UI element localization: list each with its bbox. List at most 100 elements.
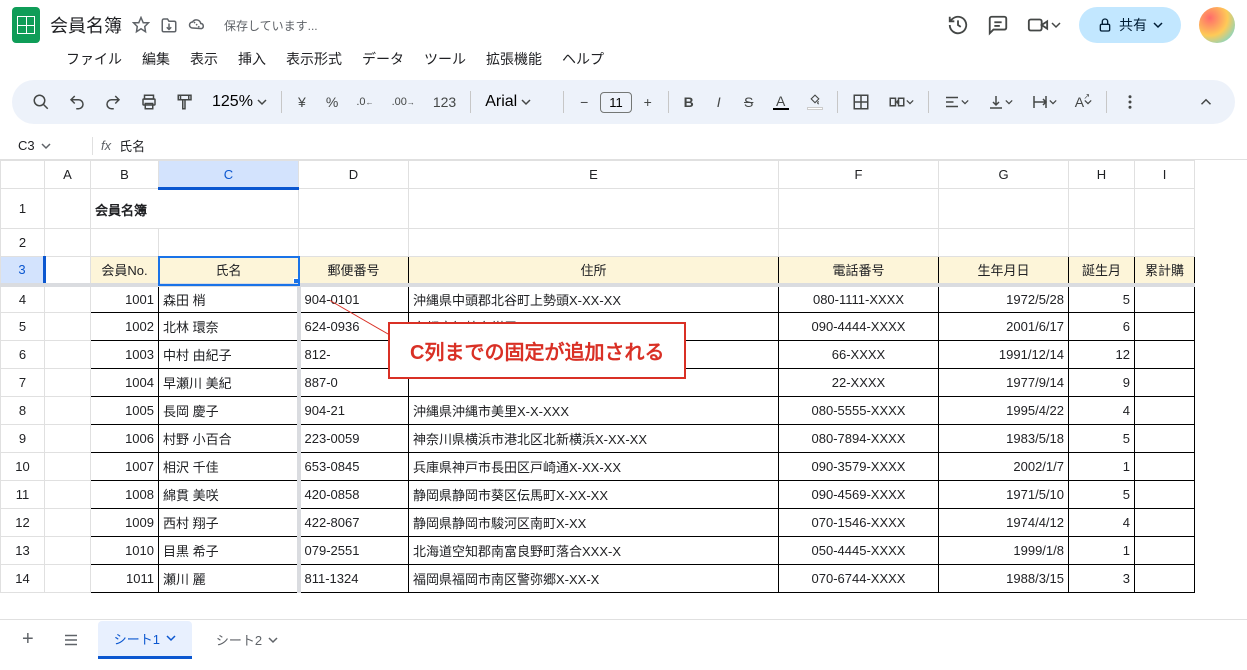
member-name-cell[interactable]: 早瀬川 美紀 xyxy=(159,369,299,397)
percent-button[interactable]: % xyxy=(318,88,346,116)
zip-cell[interactable]: 422-8067 xyxy=(299,509,409,537)
birth-month-cell[interactable]: 5 xyxy=(1069,285,1135,313)
cell[interactable] xyxy=(939,229,1069,257)
cell[interactable] xyxy=(409,189,779,229)
zip-cell[interactable]: 223-0059 xyxy=(299,425,409,453)
dob-cell[interactable]: 1999/1/8 xyxy=(939,537,1069,565)
font-family-dropdown[interactable]: Arial xyxy=(477,89,557,115)
italic-button[interactable]: I xyxy=(705,88,733,116)
row-header[interactable]: 3 xyxy=(1,257,45,285)
birth-month-cell[interactable]: 12 xyxy=(1069,341,1135,369)
cell[interactable] xyxy=(45,285,91,313)
birth-month-cell[interactable]: 1 xyxy=(1069,453,1135,481)
cell[interactable] xyxy=(299,229,409,257)
cumulative-cell[interactable] xyxy=(1135,509,1195,537)
spreadsheet-grid[interactable]: ABCDEFGHI1会員名簿23会員No.氏名郵便番号住所電話番号生年月日誕生月… xyxy=(0,160,1247,670)
menu-extensions[interactable]: 拡張機能 xyxy=(478,45,550,73)
decrease-decimal-button[interactable]: .0← xyxy=(348,88,381,116)
dob-cell[interactable]: 2001/6/17 xyxy=(939,313,1069,341)
menu-help[interactable]: ヘルプ xyxy=(554,45,612,73)
bold-button[interactable]: B xyxy=(675,88,703,116)
sheet-tab-2[interactable]: シート2 xyxy=(200,622,294,657)
redo-icon[interactable] xyxy=(96,88,130,116)
address-cell[interactable]: 沖縄県中頭郡北谷町上勢頭X-XX-XX xyxy=(409,285,779,313)
menu-data[interactable]: データ xyxy=(354,45,412,73)
member-name-cell[interactable]: 中村 由紀子 xyxy=(159,341,299,369)
cell[interactable] xyxy=(779,189,939,229)
address-cell[interactable]: 兵庫県神戸市長田区戸崎通X-XX-XX xyxy=(409,453,779,481)
address-cell[interactable]: 静岡県静岡市駿河区南町X-XX xyxy=(409,509,779,537)
cell[interactable] xyxy=(159,229,299,257)
member-name-cell[interactable]: 相沢 千佳 xyxy=(159,453,299,481)
row-header[interactable]: 10 xyxy=(1,453,45,481)
horizontal-align-button[interactable] xyxy=(935,88,977,116)
add-sheet-button[interactable]: + xyxy=(12,622,44,657)
cell[interactable] xyxy=(91,229,159,257)
collapse-toolbar-icon[interactable] xyxy=(1189,88,1223,116)
dob-cell[interactable]: 1991/12/14 xyxy=(939,341,1069,369)
dob-cell[interactable]: 1988/3/15 xyxy=(939,565,1069,593)
paint-format-icon[interactable] xyxy=(168,88,202,116)
menu-tools[interactable]: ツール xyxy=(416,45,474,73)
zip-cell[interactable]: 653-0845 xyxy=(299,453,409,481)
star-icon[interactable] xyxy=(132,16,150,34)
row-header[interactable]: 7 xyxy=(1,369,45,397)
cell[interactable] xyxy=(45,565,91,593)
cumulative-cell[interactable] xyxy=(1135,453,1195,481)
fill-color-button[interactable] xyxy=(799,88,831,116)
document-title[interactable]: 会員名簿 xyxy=(50,12,122,38)
column-header[interactable]: G xyxy=(939,161,1069,189)
share-button[interactable]: 共有 xyxy=(1079,7,1181,43)
member-name-cell[interactable]: 村野 小百合 xyxy=(159,425,299,453)
tel-cell[interactable]: 070-1546-XXXX xyxy=(779,509,939,537)
column-header[interactable]: B xyxy=(91,161,159,189)
row-header[interactable]: 5 xyxy=(1,313,45,341)
cell[interactable] xyxy=(45,257,91,285)
birth-month-cell[interactable]: 6 xyxy=(1069,313,1135,341)
cell[interactable] xyxy=(299,189,409,229)
menu-format[interactable]: 表示形式 xyxy=(278,45,350,73)
search-menus-icon[interactable] xyxy=(24,88,58,116)
dob-cell[interactable]: 1974/4/12 xyxy=(939,509,1069,537)
tel-cell[interactable]: 22-XXXX xyxy=(779,369,939,397)
address-cell[interactable]: 北海道空知郡南富良野町落合XXX-X xyxy=(409,537,779,565)
cell[interactable] xyxy=(45,453,91,481)
cell[interactable] xyxy=(45,313,91,341)
tel-cell[interactable]: 66-XXXX xyxy=(779,341,939,369)
member-no-cell[interactable]: 1005 xyxy=(91,397,159,425)
column-header[interactable]: A xyxy=(45,161,91,189)
cell[interactable] xyxy=(45,369,91,397)
tel-cell[interactable]: 080-5555-XXXX xyxy=(779,397,939,425)
address-cell[interactable]: 静岡県静岡市葵区伝馬町X-XX-XX xyxy=(409,481,779,509)
more-toolbar-icon[interactable] xyxy=(1113,88,1147,116)
table-header-cell[interactable]: 郵便番号 xyxy=(299,257,409,285)
print-icon[interactable] xyxy=(132,88,166,116)
increase-decimal-button[interactable]: .00→ xyxy=(384,88,423,116)
cell[interactable] xyxy=(45,509,91,537)
table-header-cell[interactable]: 氏名 xyxy=(159,257,299,285)
birth-month-cell[interactable]: 9 xyxy=(1069,369,1135,397)
column-header[interactable]: D xyxy=(299,161,409,189)
row-header[interactable]: 14 xyxy=(1,565,45,593)
menu-edit[interactable]: 編集 xyxy=(134,45,178,73)
cell[interactable] xyxy=(779,229,939,257)
tel-cell[interactable]: 080-7894-XXXX xyxy=(779,425,939,453)
table-header-cell[interactable]: 会員No. xyxy=(91,257,159,285)
tel-cell[interactable]: 090-4569-XXXX xyxy=(779,481,939,509)
tel-cell[interactable]: 080-1111-XXXX xyxy=(779,285,939,313)
table-header-cell[interactable]: 電話番号 xyxy=(779,257,939,285)
member-no-cell[interactable]: 1011 xyxy=(91,565,159,593)
dob-cell[interactable]: 1995/4/22 xyxy=(939,397,1069,425)
birth-month-cell[interactable]: 3 xyxy=(1069,565,1135,593)
birth-month-cell[interactable]: 4 xyxy=(1069,509,1135,537)
address-cell[interactable]: 沖縄県沖縄市美里X-X-XXX xyxy=(409,397,779,425)
sheets-logo[interactable] xyxy=(12,7,40,43)
member-no-cell[interactable]: 1009 xyxy=(91,509,159,537)
birth-month-cell[interactable]: 4 xyxy=(1069,397,1135,425)
cell[interactable] xyxy=(45,229,91,257)
cumulative-cell[interactable] xyxy=(1135,369,1195,397)
member-name-cell[interactable]: 長岡 慶子 xyxy=(159,397,299,425)
comment-icon[interactable] xyxy=(987,14,1009,36)
text-rotation-button[interactable]: A↗ xyxy=(1067,88,1100,116)
cell[interactable] xyxy=(45,397,91,425)
